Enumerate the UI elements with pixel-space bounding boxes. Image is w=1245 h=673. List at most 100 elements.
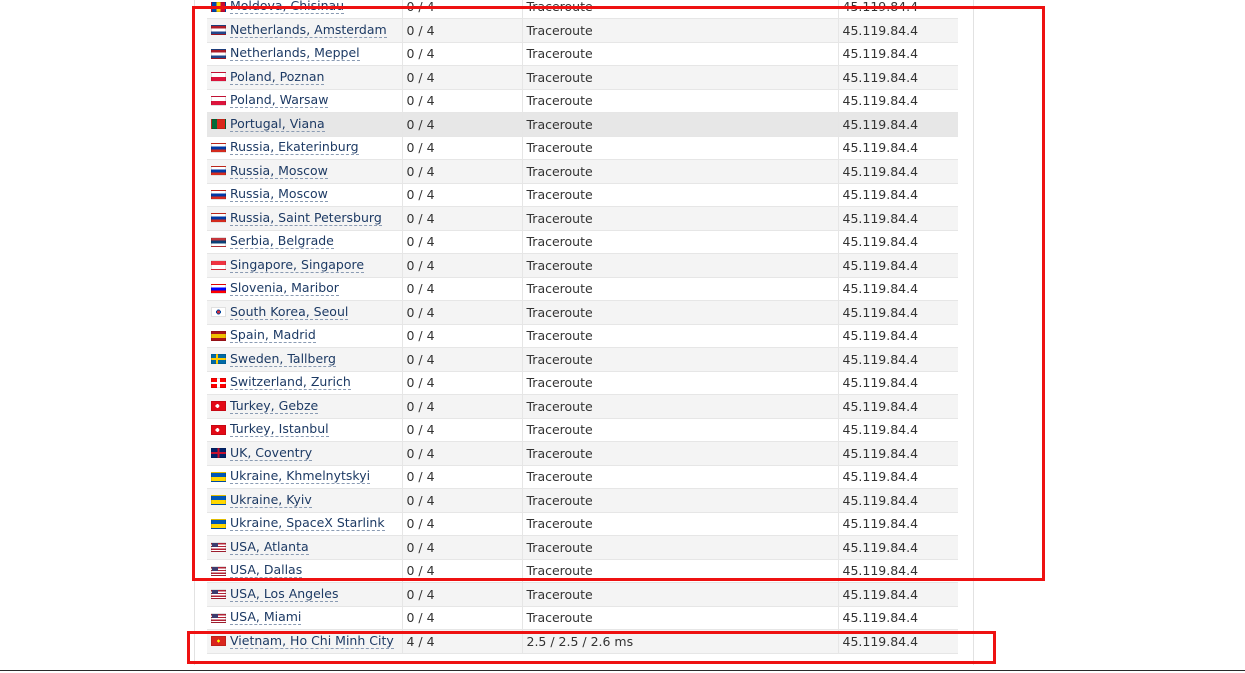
packet-result: 0 / 4 [402,253,523,278]
table-row: Netherlands, Amsterdam 0 / 4 Traceroute 45.… [207,18,958,43]
location-link[interactable]: Singapore, Singapore [230,257,365,273]
location-cell: Poland, Poznan [207,65,403,90]
location-link[interactable]: Turkey, Istanbul [230,422,329,438]
traceroute-link[interactable]: Traceroute [522,42,839,66]
traceroute-link[interactable]: Traceroute [522,347,839,372]
table-row: UK, Coventry 0 / 4 Traceroute 45.119.84.4 [207,441,958,466]
location-link[interactable]: Poland, Warsaw [230,93,329,109]
location-link[interactable]: UK, Coventry [230,445,313,461]
location-link[interactable]: Sweden, Tallberg [230,351,336,367]
ip-address: 45.119.84.4 [838,42,958,66]
traceroute-link[interactable]: Traceroute [522,206,839,231]
table-row: South Korea, Seoul 0 / 4 Traceroute 45.119.… [207,300,958,325]
table-row: Ukraine, Khmelnytskyi 0 / 4 Traceroute 45.1… [207,465,958,489]
location-cell: Russia, Ekaterinburg [207,136,403,160]
packet-result: 4 / 4 [402,629,523,654]
location-link[interactable]: Ukraine, SpaceX Starlink [230,516,385,532]
location-cell: Netherlands, Amsterdam [207,18,403,43]
location-link[interactable]: Serbia, Belgrade [230,234,334,250]
ip-address: 45.119.84.4 [838,159,958,184]
location-cell: USA, Los Angeles [207,582,403,607]
flag-ua-icon [211,495,226,506]
traceroute-link[interactable]: Traceroute [522,89,839,113]
ip-address: 45.119.84.4 [838,559,958,583]
ip-address: 45.119.84.4 [838,535,958,560]
location-link[interactable]: Moldova, Chisinau [230,0,345,14]
table-row: Ukraine, Kyiv 0 / 4 Traceroute 45.119.84.4 [207,488,958,513]
location-cell: Russia, Moscow [207,159,403,184]
traceroute-link[interactable]: Traceroute [522,112,839,137]
traceroute-link[interactable]: Traceroute [522,488,839,513]
packet-result: 0 / 4 [402,324,523,348]
location-link[interactable]: Russia, Ekaterinburg [230,140,359,156]
traceroute-link[interactable]: Traceroute [522,535,839,560]
location-link[interactable]: Poland, Poznan [230,69,325,85]
table-row: Russia, Moscow 0 / 4 Traceroute 45.119.84.4 [207,183,958,207]
table-row: USA, Miami 0 / 4 Traceroute 45.119.84.4 [207,606,958,630]
table-row: Poland, Warsaw 0 / 4 Traceroute 45.119.84.4 [207,89,958,113]
traceroute-link[interactable]: Traceroute [522,159,839,184]
location-link[interactable]: Netherlands, Meppel [230,46,360,62]
location-link[interactable]: Switzerland, Zurich [230,375,351,391]
location-link[interactable]: Ukraine, Kyiv [230,492,312,508]
packet-result: 0 / 4 [402,418,523,442]
traceroute-link[interactable]: Traceroute [522,18,839,43]
location-link[interactable]: Portugal, Viana [230,116,325,132]
location-link[interactable]: Ukraine, Khmelnytskyi [230,469,371,485]
location-link[interactable]: Netherlands, Amsterdam [230,22,387,38]
location-link[interactable]: Spain, Madrid [230,328,316,344]
traceroute-link[interactable]: Traceroute [522,441,839,466]
traceroute-link[interactable]: Traceroute [522,465,839,489]
flag-si-icon [211,283,226,294]
table-row: Portugal, Viana 0 / 4 Traceroute 45.119.84.… [207,112,958,137]
traceroute-link[interactable]: Traceroute [522,277,839,301]
location-cell: USA, Atlanta [207,535,403,560]
location-link[interactable]: Russia, Moscow [230,163,328,179]
traceroute-link[interactable]: Traceroute [522,559,839,583]
traceroute-link[interactable]: Traceroute [522,230,839,254]
traceroute-link[interactable]: Traceroute [522,394,839,419]
traceroute-link[interactable]: Traceroute [522,606,839,630]
location-link[interactable]: USA, Los Angeles [230,586,339,602]
flag-es-icon [211,330,226,341]
location-link[interactable]: USA, Miami [230,610,302,626]
location-link[interactable]: South Korea, Seoul [230,304,349,320]
packet-result: 0 / 4 [402,65,523,90]
traceroute-link[interactable]: Traceroute [522,512,839,536]
flag-ua-icon [211,471,226,482]
ip-address: 45.119.84.4 [838,441,958,466]
location-link[interactable]: Slovenia, Maribor [230,281,339,297]
flag-ru-icon [211,213,226,224]
traceroute-link[interactable]: Traceroute [522,300,839,325]
traceroute-link[interactable]: Traceroute [522,65,839,90]
location-link[interactable]: Vietnam, Ho Chi Minh City [230,633,394,649]
traceroute-link[interactable]: Traceroute [522,324,839,348]
ip-address: 45.119.84.4 [838,606,958,630]
location-link[interactable]: Turkey, Gebze [230,398,319,414]
table-row: Poland, Poznan 0 / 4 Traceroute 45.119.84.4 [207,65,958,90]
location-cell: Poland, Warsaw [207,89,403,113]
traceroute-link[interactable]: Traceroute [522,582,839,607]
traceroute-link[interactable]: Traceroute [522,253,839,278]
traceroute-link[interactable]: Traceroute [522,418,839,442]
location-link[interactable]: USA, Atlanta [230,539,309,555]
traceroute-link[interactable]: Traceroute [522,0,839,19]
location-cell: USA, Miami [207,606,403,630]
location-cell: Serbia, Belgrade [207,230,403,254]
location-cell: Ukraine, SpaceX Starlink [207,512,403,536]
packet-result: 0 / 4 [402,18,523,43]
location-link[interactable]: USA, Dallas [230,563,303,579]
location-link[interactable]: Russia, Moscow [230,187,328,203]
location-cell: Russia, Saint Petersburg [207,206,403,231]
flag-se-icon [211,354,226,365]
traceroute-link[interactable]: Traceroute [522,136,839,160]
table-row: Serbia, Belgrade 0 / 4 Traceroute 45.119.84… [207,230,958,254]
flag-ru-icon [211,189,226,200]
flag-ru-icon [211,166,226,177]
flag-ua-icon [211,518,226,529]
location-cell: Turkey, Istanbul [207,418,403,442]
traceroute-link[interactable]: Traceroute [522,371,839,395]
flag-us-icon [211,542,226,553]
traceroute-link[interactable]: Traceroute [522,183,839,207]
location-link[interactable]: Russia, Saint Petersburg [230,210,382,226]
